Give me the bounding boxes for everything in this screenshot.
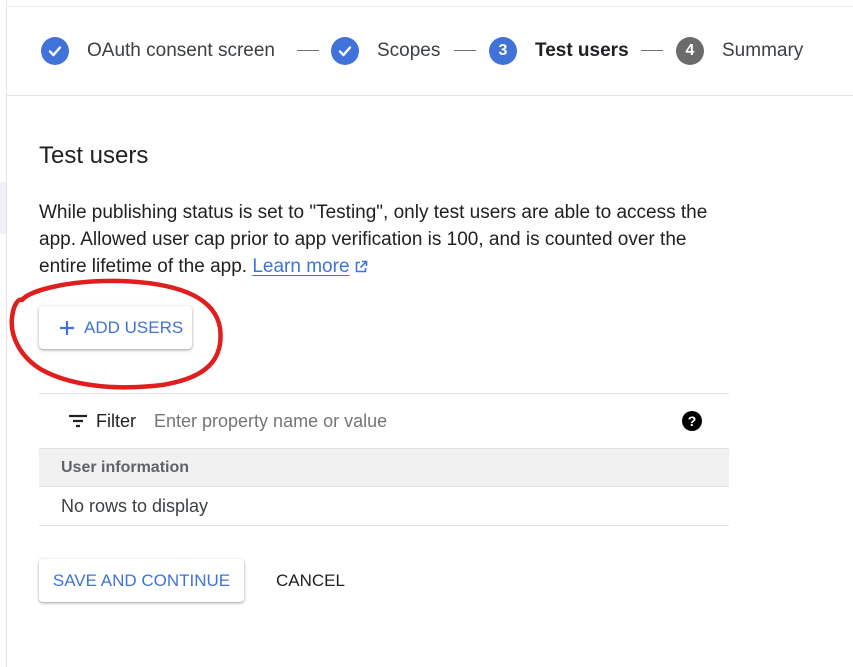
help-icon[interactable]: ? <box>682 411 702 431</box>
learn-more-link[interactable]: Learn more <box>252 256 349 277</box>
stepper: OAuth consent screen Scopes 3 Test users… <box>6 7 853 96</box>
learn-more-label: Learn more <box>252 256 350 277</box>
add-users-button[interactable]: ADD USERS <box>39 306 192 349</box>
step-number: 3 <box>489 37 517 65</box>
filter-bar: Filter ? <box>39 393 729 448</box>
step-number: 4 <box>676 37 704 65</box>
left-panel-highlight <box>0 182 6 234</box>
filter-label: Filter <box>96 410 136 431</box>
external-link-icon <box>354 255 368 282</box>
step-connector <box>454 50 476 51</box>
filter-input[interactable] <box>154 410 614 432</box>
plus-icon <box>58 319 76 337</box>
add-users-label: ADD USERS <box>84 317 184 337</box>
cancel-button[interactable]: CANCEL <box>262 559 359 602</box>
step-connector <box>641 50 663 51</box>
test-users-table: Filter ? User information No rows to dis… <box>39 393 729 526</box>
table-header-row: User information <box>39 448 729 487</box>
step-summary[interactable]: 4 Summary <box>676 37 803 65</box>
step-connector <box>297 50 319 51</box>
left-panel-border <box>6 0 7 667</box>
table-empty-row: No rows to display <box>39 487 729 526</box>
check-icon <box>331 37 359 65</box>
step-scopes[interactable]: Scopes <box>331 37 440 65</box>
filter-icon <box>68 413 88 429</box>
step-label: Test users <box>535 40 629 61</box>
section-description: While publishing status is set to "Testi… <box>39 199 739 282</box>
empty-message: No rows to display <box>61 495 209 516</box>
description-text: While publishing status is set to "Testi… <box>39 202 708 277</box>
step-label: Summary <box>722 40 804 61</box>
step-label: OAuth consent screen <box>87 40 275 61</box>
step-test-users[interactable]: 3 Test users <box>489 37 629 65</box>
step-oauth-consent-screen[interactable]: OAuth consent screen <box>41 37 275 65</box>
column-header-user-information[interactable]: User information <box>61 459 189 477</box>
check-icon <box>41 37 69 65</box>
step-label: Scopes <box>377 40 441 61</box>
save-and-continue-button[interactable]: SAVE AND CONTINUE <box>39 559 244 602</box>
section-title: Test users <box>39 142 149 169</box>
cancel-label: CANCEL <box>276 570 345 590</box>
save-label: SAVE AND CONTINUE <box>52 570 231 590</box>
